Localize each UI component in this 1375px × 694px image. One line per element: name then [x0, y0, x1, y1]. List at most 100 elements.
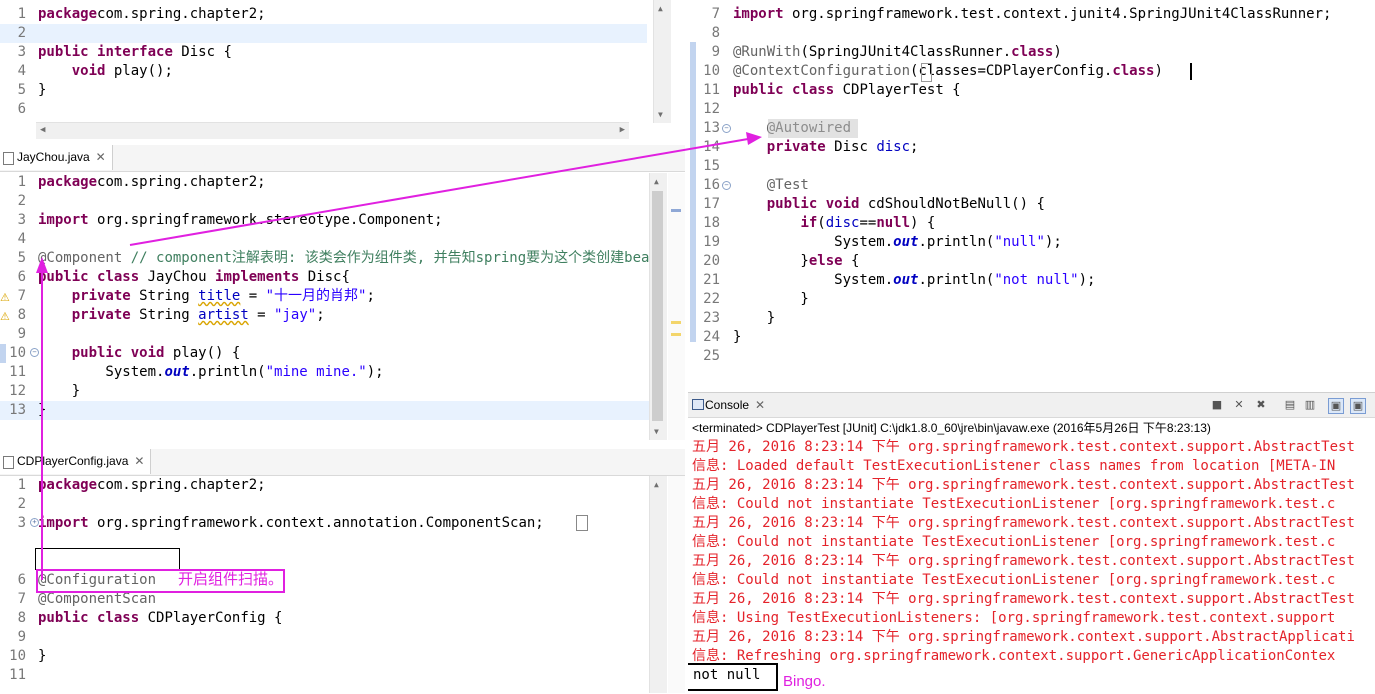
code-line[interactable]: 3 import org.springframework.stereotype.C… [0, 211, 661, 230]
code-line[interactable]: 5 @Component // component注解表明: 该类会作为组件类, … [0, 249, 667, 268]
code-line[interactable]: 13} [0, 401, 661, 420]
code-token: == [859, 215, 877, 231]
code-line[interactable]: 10} [0, 647, 661, 666]
code-line[interactable]: 18 if(disc==null) { [690, 214, 1351, 233]
code-line[interactable]: 24} [690, 328, 1351, 347]
overview-marker [671, 209, 681, 212]
disc-horizontal-scrollbar[interactable]: ◀ ▶ [36, 122, 629, 139]
code-line[interactable]: 10 public void play() { [0, 344, 661, 363]
close-icon[interactable]: ✕ [96, 145, 106, 170]
code-line[interactable]: 1 packagecom.spring.chapter2; [0, 173, 661, 192]
line-number: 1 [17, 6, 26, 22]
code-line[interactable]: 25 [690, 347, 1351, 366]
config-editor[interactable]: CDPlayerConfig.java ✕ 1 packagecom.spring… [0, 449, 685, 693]
config-vertical-scrollbar[interactable]: ▲ [649, 476, 667, 693]
code-line[interactable]: 1 packagecom.spring.chapter2; [0, 5, 647, 24]
code-line[interactable]: 21 System.out.println("not null"); [690, 271, 1351, 290]
fold-collapse-icon[interactable]: − [30, 348, 39, 357]
code-text: System.out.println("not null"); [733, 271, 1095, 290]
code-token: ; [910, 139, 919, 155]
code-line[interactable]: 17 public void cdShouldNotBeNull() { [690, 195, 1351, 214]
pin-console-icon[interactable]: ▣ [1328, 398, 1344, 414]
clear-console-icon[interactable]: ▤ [1283, 398, 1297, 412]
code-line[interactable]: 2 [0, 495, 661, 514]
code-line[interactable]: 12 } [0, 382, 661, 401]
code-line[interactable]: 6 public class JayChou implements Disc{ [0, 268, 661, 287]
code-line[interactable]: 23 } [690, 309, 1351, 328]
close-icon[interactable]: ✕ [134, 449, 144, 474]
code-text: import org.springframework.stereotype.Co… [38, 211, 443, 230]
code-line[interactable]: 11 System.out.println("mine mine."); [0, 363, 661, 382]
collapsed-imports-marker[interactable] [576, 515, 588, 531]
scroll-lock-icon[interactable]: ▥ [1303, 398, 1317, 412]
stop-icon[interactable]: ■ [1210, 398, 1224, 412]
fold-expand-icon[interactable]: + [30, 518, 39, 527]
scroll-up-icon[interactable]: ▲ [658, 4, 663, 13]
line-number: 8 [711, 25, 720, 41]
code-line[interactable]: 3 import org.springframework.context.anno… [0, 514, 661, 533]
scroll-up-icon[interactable]: ▲ [654, 480, 659, 489]
jaychou-vertical-scrollbar[interactable]: ▲ ▼ [649, 173, 667, 440]
code-line[interactable]: 3 public interface Disc { [0, 43, 647, 62]
disc-editor[interactable]: 1 packagecom.spring.chapter2; 2 3 public int… [0, 0, 671, 140]
code-line[interactable]: 8 public class CDPlayerConfig { [0, 609, 661, 628]
code-line[interactable]: 2 [0, 24, 647, 43]
code-line[interactable]: 16 @Test [690, 176, 1351, 195]
fold-collapse-icon[interactable]: − [722, 181, 731, 190]
code-line[interactable]: 8 [690, 24, 1351, 43]
code-line[interactable]: 10 @ContextConfiguration(classes=CDPlayer… [690, 62, 1351, 81]
close-icon[interactable]: ✕ [755, 393, 765, 417]
code-line[interactable]: 5} [0, 81, 647, 100]
scroll-left-icon[interactable]: ◀ [40, 125, 45, 135]
display-console-icon[interactable]: ▣ [1350, 398, 1366, 414]
code-line[interactable]: 9 [0, 628, 661, 647]
console-view[interactable]: Console ✕ ■ ✕ ✖ ▤ ▥ ▣ ▣ <terminated> CDP… [688, 392, 1375, 694]
tab-console[interactable]: Console ✕ [688, 393, 772, 417]
code-line[interactable]: 4 [0, 230, 661, 249]
remove-launch-icon[interactable]: ✕ [1232, 398, 1246, 412]
change-marker [690, 42, 696, 342]
code-line[interactable]: 6 [0, 100, 647, 119]
code-token: CDPlayerConfig { [139, 610, 283, 626]
code-line[interactable]: 9 [0, 325, 661, 344]
code-token: import [38, 515, 89, 531]
test-editor[interactable]: 7 import org.springframework.test.context… [690, 0, 1375, 370]
line-number: 11 [9, 667, 26, 683]
code-token: if [800, 215, 818, 231]
code-line[interactable]: 15 [690, 157, 1351, 176]
scroll-down-icon[interactable]: ▼ [654, 427, 659, 436]
scroll-down-icon[interactable]: ▼ [658, 110, 663, 119]
code-line[interactable]: 9 @RunWith(SpringJUnit4ClassRunner.class) [690, 43, 1351, 62]
scroll-right-icon[interactable]: ▶ [620, 125, 625, 135]
code-line[interactable]: 7 private String title = "十一月的肖邦"; [0, 287, 661, 306]
jaychou-editor[interactable]: JayChou.java ✕ 1 packagecom.spring.chapte… [0, 145, 685, 440]
scroll-up-icon[interactable]: ▲ [654, 177, 659, 186]
tab-cdplayerconfig-java[interactable]: CDPlayerConfig.java ✕ [0, 449, 152, 474]
bracket-match-box [921, 63, 932, 82]
remove-all-icon[interactable]: ✖ [1254, 398, 1268, 412]
console-tab-label: Console [705, 398, 750, 412]
code-token: com.spring.chapter2; [97, 6, 266, 22]
code-line[interactable]: 7 import org.springframework.test.context… [690, 5, 1351, 24]
code-text: } [733, 328, 741, 347]
code-line[interactable]: 8 private String artist = "jay"; [0, 306, 661, 325]
fold-collapse-icon[interactable]: − [722, 124, 731, 133]
code-line[interactable]: 11 [0, 666, 661, 685]
code-token: ; [366, 288, 375, 304]
code-line[interactable]: 12 [690, 100, 1351, 119]
scroll-thumb[interactable] [652, 191, 663, 421]
code-line[interactable]: 19 System.out.println("null"); [690, 233, 1351, 252]
code-line[interactable]: 20 }else { [690, 252, 1351, 271]
code-line[interactable]: 11 public class CDPlayerTest { [690, 81, 1351, 100]
code-line[interactable]: 2 [0, 192, 661, 211]
code-line[interactable]: 14 private Disc disc; [690, 138, 1351, 157]
tab-jaychou-java[interactable]: JayChou.java ✕ [0, 145, 113, 170]
code-line[interactable]: 22 } [690, 290, 1351, 309]
disc-vertical-scrollbar[interactable]: ▲ ▼ [653, 0, 671, 123]
code-line[interactable]: 4 void play(); [0, 62, 647, 81]
code-line[interactable]: 1 packagecom.spring.chapter2; [0, 476, 661, 495]
console-line: 五月 26, 2016 8:23:14 下午 org.springframewo… [692, 477, 1355, 493]
